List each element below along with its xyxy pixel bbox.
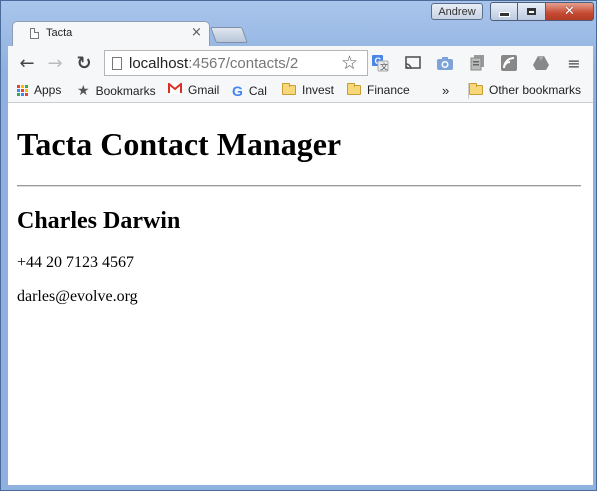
google-icon: G: [232, 83, 243, 99]
maximize-icon: [527, 8, 536, 15]
close-icon: ✕: [564, 4, 575, 19]
cast-icon[interactable]: [403, 53, 423, 73]
page-icon: [30, 28, 39, 39]
reload-button[interactable]: ↻: [73, 52, 95, 74]
address-bar[interactable]: localhost:4567/contacts/2 ☆: [104, 50, 368, 76]
profile-button[interactable]: Andrew: [431, 3, 483, 20]
tab-title: Tacta: [46, 27, 73, 39]
bookmark-finance[interactable]: Finance: [347, 83, 410, 97]
camera-icon[interactable]: [435, 53, 455, 73]
bookmark-other[interactable]: Other bookmarks: [469, 83, 581, 97]
new-tab-button[interactable]: [210, 27, 248, 43]
divider: [17, 185, 581, 187]
star-icon: ★: [77, 83, 90, 99]
contact-phone: +44 20 7123 4567: [17, 254, 135, 271]
gmail-icon: [168, 81, 182, 97]
maximize-button[interactable]: [518, 2, 546, 21]
bookmark-label: Apps: [34, 83, 62, 97]
bookmarks-bar: Apps ★ Bookmarks Gmail G Cal Invest Fina…: [8, 80, 593, 103]
contact-name: Charles Darwin: [17, 208, 181, 234]
bookmark-label: Other bookmarks: [489, 83, 582, 97]
apps-grid-icon: [17, 84, 28, 96]
drive-icon[interactable]: [531, 53, 551, 73]
folder-icon: [469, 83, 483, 95]
url-text[interactable]: localhost:4567/contacts/2: [129, 55, 298, 72]
tab-close-icon[interactable]: ×: [191, 25, 202, 40]
url-host: localhost: [129, 55, 189, 72]
back-button[interactable]: ←: [16, 52, 38, 74]
bookmark-bookmarks[interactable]: ★ Bookmarks: [77, 83, 156, 99]
close-window-button[interactable]: ✕: [546, 2, 594, 21]
minimize-button[interactable]: [490, 2, 518, 21]
page-content: Tacta Contact Manager Charles Darwin +44…: [8, 103, 593, 485]
svg-text:文: 文: [380, 62, 388, 72]
toolbar: ← → ↻ localhost:4567/contacts/2 ☆ G文 ≡: [8, 46, 593, 80]
forward-button[interactable]: →: [44, 52, 66, 74]
folder-icon: [282, 83, 296, 95]
minimize-icon: [498, 12, 510, 17]
page-title: Tacta Contact Manager: [17, 126, 342, 162]
bookmark-label: Invest: [302, 83, 335, 97]
title-bar: Andrew ✕: [1, 1, 596, 23]
bookmark-star-icon[interactable]: ☆: [341, 52, 358, 74]
bookmarks-overflow-button[interactable]: »: [442, 83, 449, 98]
feed-extension-icon[interactable]: [499, 53, 519, 73]
pages-extension-icon[interactable]: [467, 53, 487, 73]
tab-tacta[interactable]: Tacta ×: [12, 21, 210, 46]
bookmark-apps[interactable]: Apps: [17, 83, 61, 97]
bookmark-invest[interactable]: Invest: [282, 83, 334, 97]
bookmark-label: Cal: [248, 84, 267, 98]
bookmark-label: Bookmarks: [95, 84, 156, 98]
url-path: :4567/contacts/2: [188, 55, 299, 72]
bookmark-cal[interactable]: G Cal: [232, 83, 267, 99]
translate-extension-icon[interactable]: G文: [370, 53, 390, 73]
folder-icon: [347, 83, 361, 95]
contact-email: darles@evolve.org: [17, 288, 138, 305]
bookmark-label: Finance: [367, 83, 410, 97]
page-info-icon[interactable]: [112, 57, 122, 70]
bookmark-label: Gmail: [188, 83, 220, 97]
menu-icon[interactable]: ≡: [564, 53, 584, 73]
bookmark-gmail[interactable]: Gmail: [168, 81, 220, 97]
browser-window: Andrew ✕ Tacta × ← → ↻ localhost:4567/co…: [0, 0, 597, 491]
